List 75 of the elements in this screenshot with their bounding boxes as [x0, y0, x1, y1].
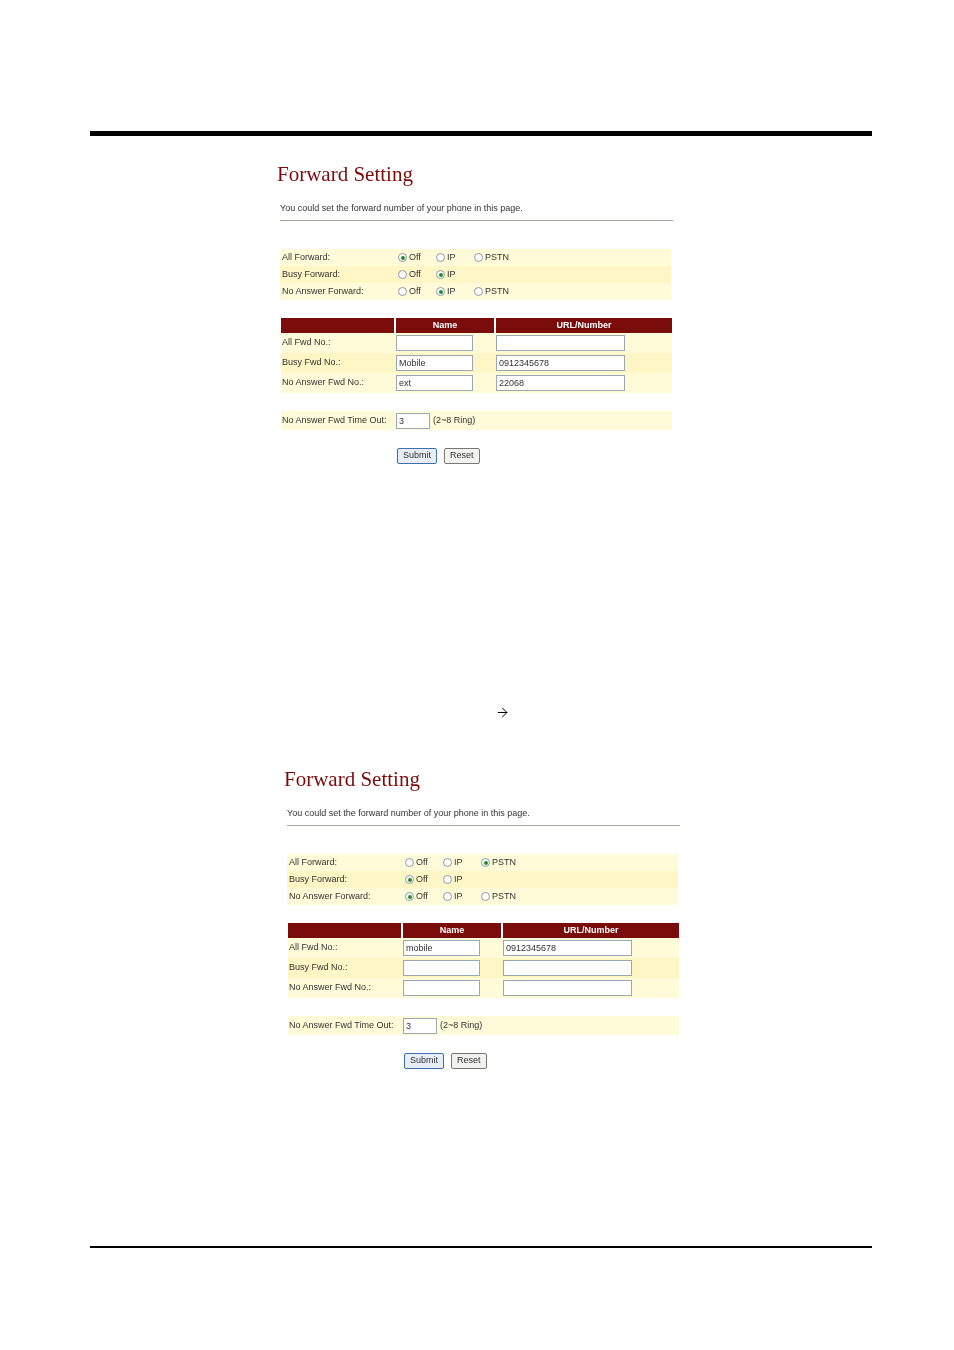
mode-label: No Answer Forward:: [288, 889, 372, 903]
radio-button[interactable]: [474, 253, 483, 262]
radio-label: IP: [454, 872, 463, 886]
radio-button[interactable]: [436, 287, 445, 296]
description-text: You could set the forward number of your phone in this page.: [280, 202, 524, 214]
number-field[interactable]: 0912345678: [496, 355, 625, 371]
timeout-field[interactable]: 3: [396, 412, 430, 429]
description-text: You could set the forward number of your phone in this page.: [287, 807, 531, 819]
radio-button[interactable]: [436, 253, 445, 262]
radio-button[interactable]: [398, 253, 407, 262]
submit-button[interactable]: Submit: [397, 448, 437, 464]
radio-button[interactable]: [436, 270, 445, 279]
radio-label: IP: [447, 267, 456, 281]
row-label: All Fwd No.:: [281, 336, 332, 350]
radio-label: Off: [409, 250, 421, 264]
header-cell: URL/Number: [496, 318, 672, 333]
number-field[interactable]: [503, 980, 632, 996]
radio-label: Off: [409, 267, 421, 281]
radio-button[interactable]: [405, 892, 414, 901]
header-cell: Name: [396, 318, 494, 333]
number-field[interactable]: 22068: [496, 375, 625, 391]
mode-label: No Answer Forward:: [281, 284, 365, 298]
mode-label: Busy Forward:: [281, 267, 342, 281]
submit-button[interactable]: Submit: [404, 1053, 444, 1069]
number-field[interactable]: [503, 960, 632, 976]
radio-button[interactable]: [481, 892, 490, 901]
row-label: Busy Fwd No.:: [281, 356, 342, 370]
header-cell: Name: [403, 923, 501, 938]
radio-label: IP: [454, 889, 463, 903]
header-cell: URL/Number: [503, 923, 679, 938]
radio-button[interactable]: [405, 875, 414, 884]
radio-button[interactable]: [443, 875, 452, 884]
timeout-label: No Answer Fwd Time Out:: [281, 413, 388, 427]
name-field[interactable]: mobile: [403, 940, 480, 956]
name-field[interactable]: Mobile: [396, 355, 473, 371]
reset-button[interactable]: Reset: [451, 1053, 487, 1069]
reset-button[interactable]: Reset: [444, 448, 480, 464]
radio-label: IP: [454, 855, 463, 869]
name-field[interactable]: [396, 335, 473, 351]
timeout-field[interactable]: 3: [403, 1017, 437, 1034]
page-title: Forward Setting: [277, 161, 414, 187]
row-label: Busy Fwd No.:: [288, 961, 349, 975]
radio-label: PSTN: [492, 855, 516, 869]
radio-button[interactable]: [405, 858, 414, 867]
radio-label: IP: [447, 250, 456, 264]
mode-label: All Forward:: [288, 855, 338, 869]
mode-label: Busy Forward:: [288, 872, 349, 886]
number-field[interactable]: 0912345678: [503, 940, 632, 956]
row-label: All Fwd No.:: [288, 941, 339, 955]
radio-button[interactable]: [398, 287, 407, 296]
radio-label: Off: [416, 889, 428, 903]
radio-label: PSTN: [485, 250, 509, 264]
name-field[interactable]: [403, 960, 480, 976]
radio-label: IP: [447, 284, 456, 298]
radio-button[interactable]: [398, 270, 407, 279]
radio-button[interactable]: [481, 858, 490, 867]
arrow-right-icon: [495, 705, 510, 720]
radio-button[interactable]: [443, 892, 452, 901]
radio-button[interactable]: [443, 858, 452, 867]
radio-button[interactable]: [474, 287, 483, 296]
mode-label: All Forward:: [281, 250, 331, 264]
radio-label: PSTN: [485, 284, 509, 298]
radio-label: PSTN: [492, 889, 516, 903]
name-field[interactable]: ext: [396, 375, 473, 391]
radio-label: Off: [416, 872, 428, 886]
timeout-hint: (2~8 Ring): [440, 1018, 483, 1032]
timeout-label: No Answer Fwd Time Out:: [288, 1018, 395, 1032]
timeout-hint: (2~8 Ring): [433, 413, 476, 427]
row-label: No Answer Fwd No.:: [281, 376, 366, 390]
row-label: No Answer Fwd No.:: [288, 981, 373, 995]
radio-label: Off: [409, 284, 421, 298]
page-title: Forward Setting: [284, 766, 421, 792]
radio-label: Off: [416, 855, 428, 869]
number-field[interactable]: [496, 335, 625, 351]
name-field[interactable]: [403, 980, 480, 996]
